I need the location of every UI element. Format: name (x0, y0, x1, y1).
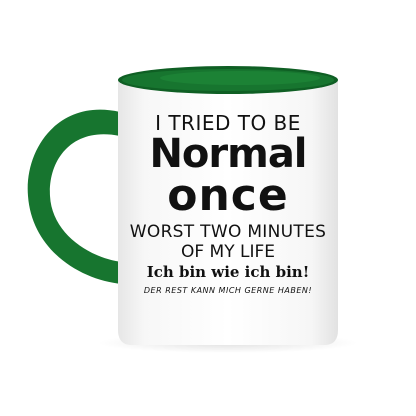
product-scene: I TRIED TO BE Normal once WORST TWO MINU… (0, 0, 416, 416)
mug-handle (27, 109, 122, 284)
print-line-4: WORST TWO MINUTES (129, 222, 327, 242)
print-line-6: Ich bin wie ich bin! (146, 263, 310, 281)
print-line-2: Normal (149, 131, 307, 177)
mug-print: I TRIED TO BE Normal once WORST TWO MINU… (118, 100, 338, 298)
print-line-7: DER REST KANN MICH GERNE HABEN! (143, 286, 313, 295)
print-line-5: OF MY LIFE (180, 242, 276, 262)
print-line-3: once (167, 170, 289, 221)
